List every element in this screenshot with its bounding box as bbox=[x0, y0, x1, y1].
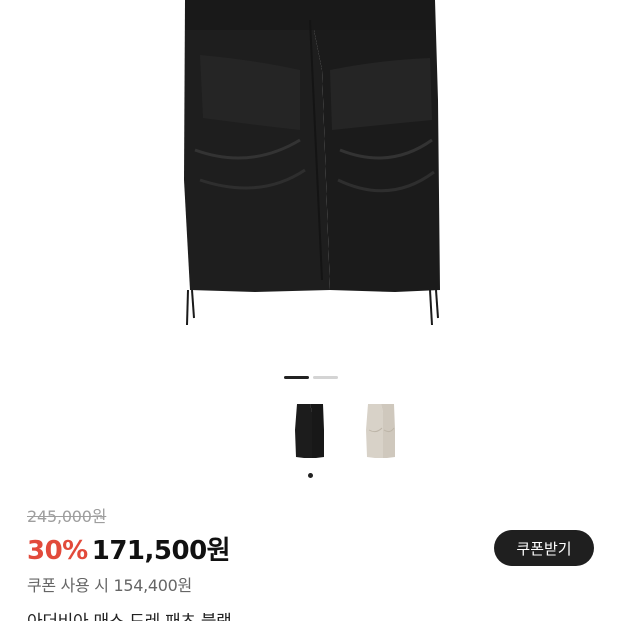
black-pants-thumbnail-icon bbox=[295, 404, 324, 458]
selected-color-indicator bbox=[308, 473, 313, 478]
coupon-price-note: 쿠폰 사용 시 154,400원 bbox=[27, 576, 192, 595]
product-main-image[interactable] bbox=[0, 0, 621, 365]
image-pager bbox=[0, 376, 621, 380]
pager-dot-active[interactable] bbox=[283, 376, 309, 379]
pager-dot[interactable] bbox=[312, 376, 338, 379]
black-pants-image bbox=[184, 0, 440, 326]
beige-pants-thumbnail-icon bbox=[366, 404, 395, 458]
discount-rate: 30% bbox=[27, 536, 88, 566]
get-coupon-button[interactable]: 쿠폰받기 bbox=[494, 530, 594, 566]
color-options bbox=[0, 400, 621, 480]
price-row: 30% 171,500원 bbox=[27, 530, 231, 567]
original-price: 245,000원 bbox=[27, 507, 107, 526]
product-title: 아더비아 매스 드레 패츠 블랙 bbox=[27, 607, 232, 621]
color-swatch-beige[interactable] bbox=[356, 400, 406, 464]
sale-price: 171,500원 bbox=[91, 536, 231, 566]
color-swatch-black[interactable] bbox=[285, 400, 335, 464]
